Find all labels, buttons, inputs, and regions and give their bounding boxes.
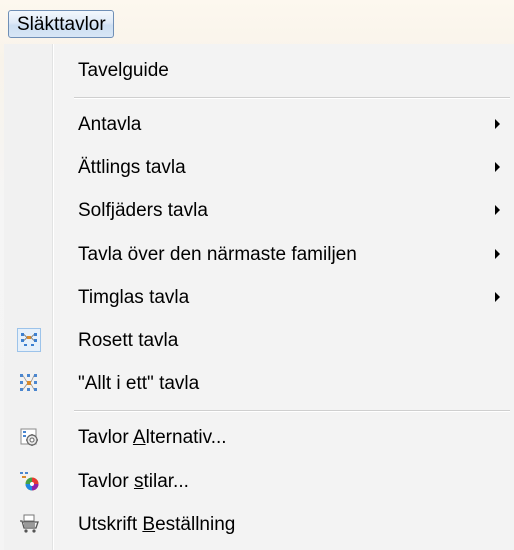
menu-item-rosett-tavla[interactable]: Rosett tavla xyxy=(4,321,514,361)
menu-item-tavlor-alternativ[interactable]: Tavlor Alternativ... xyxy=(4,418,514,458)
menu-item-label: Rosett tavla xyxy=(78,330,179,351)
menu-item-tavelguide[interactable]: Tavelguide xyxy=(4,51,514,91)
chart-options-icon xyxy=(18,426,40,448)
submenu-arrow-icon xyxy=(495,292,500,302)
chart-styles-icon xyxy=(18,470,40,492)
submenu-arrow-icon xyxy=(495,162,500,172)
menu-item-utskrift-bestallning[interactable]: Utskrift Beställning xyxy=(4,505,514,545)
menu-item-label: Ättlings tavla xyxy=(78,157,186,178)
menu-separator xyxy=(74,410,510,412)
submenu-arrow-icon xyxy=(495,205,500,215)
menu-separator xyxy=(74,97,510,99)
submenu-arrow-icon xyxy=(495,249,500,259)
menu-item-label: Tavlor stilar... xyxy=(78,471,189,492)
menu-item-antavla[interactable]: Antavla xyxy=(4,105,514,145)
submenu-arrow-icon xyxy=(495,119,500,129)
menu-item-label: Timglas tavla xyxy=(78,287,190,308)
menu-item-label: Antavla xyxy=(78,114,142,135)
menu-item-attlings-tavla[interactable]: Ättlings tavla xyxy=(4,148,514,188)
menu-item-label: Tavelguide xyxy=(78,60,169,81)
all-in-one-chart-icon xyxy=(18,372,40,394)
menu-item-label: "Allt i ett" tavla xyxy=(78,373,200,394)
print-order-icon xyxy=(18,513,40,535)
menu-item-tavlor-stilar[interactable]: Tavlor stilar... xyxy=(4,462,514,502)
menu-item-label: Tavlor Alternativ... xyxy=(78,427,227,448)
menubar: Släkttavlor xyxy=(0,0,514,44)
menu-item-solfjaders-tavla[interactable]: Solfjäders tavla xyxy=(4,191,514,231)
menu-item-label: Utskrift Beställning xyxy=(78,514,236,535)
menu-item-label: Tavla över den närmaste familjen xyxy=(78,244,357,265)
menu-item-timglas-tavla[interactable]: Timglas tavla xyxy=(4,278,514,318)
menu-item-label: Solfjäders tavla xyxy=(78,200,208,221)
bowtie-chart-icon xyxy=(17,328,41,352)
menu-item-allt-i-ett-tavla[interactable]: "Allt i ett" tavla xyxy=(4,364,514,404)
menu-item-narmaste-familjen[interactable]: Tavla över den närmaste familjen xyxy=(4,235,514,275)
menubar-item-slakttavlor[interactable]: Släkttavlor xyxy=(8,10,114,38)
